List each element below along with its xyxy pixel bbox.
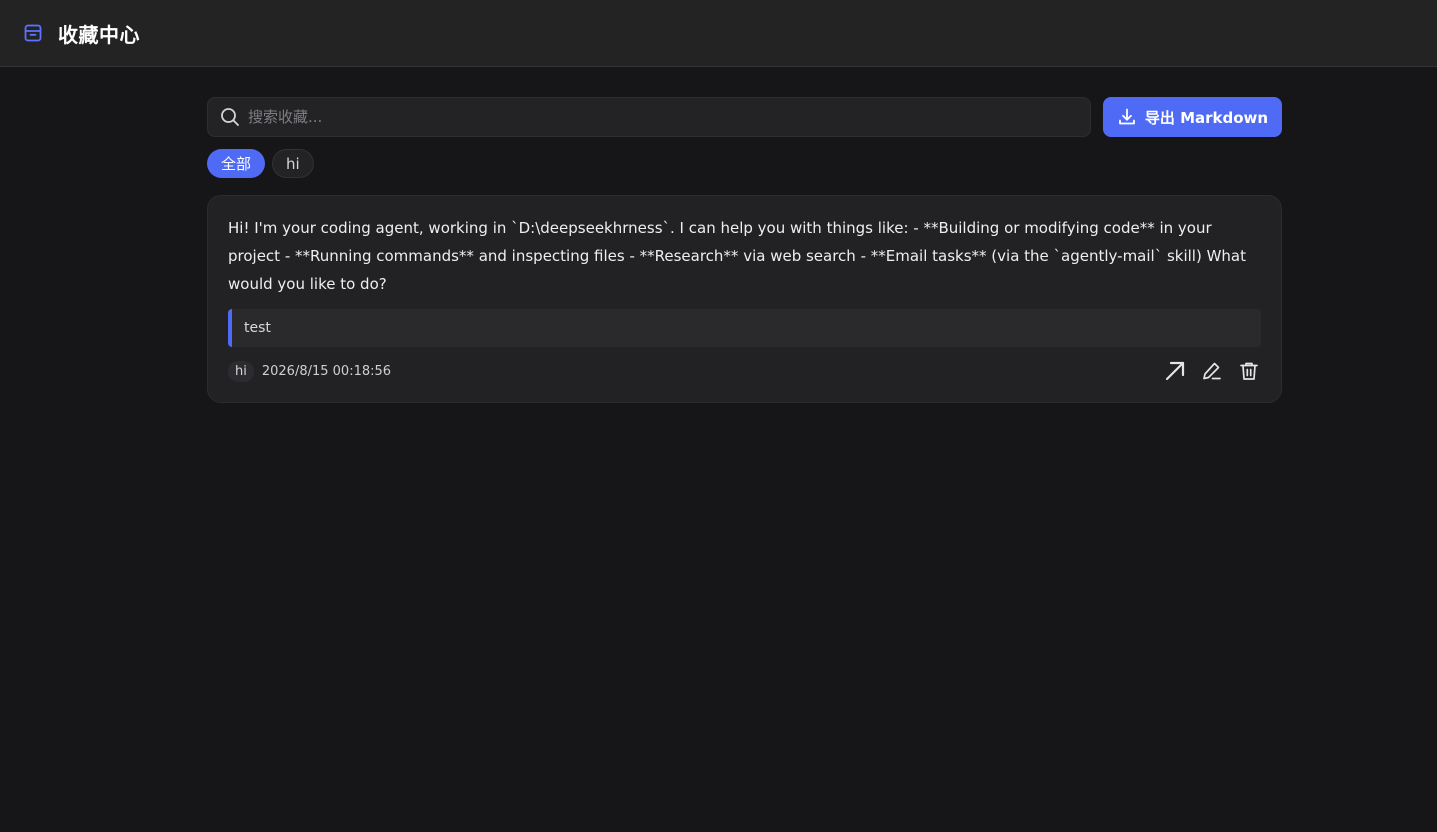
favorite-timestamp: 2026/8/15 00:18:56 — [261, 363, 392, 379]
tag-filter-all[interactable]: 全部 — [207, 149, 266, 178]
favorite-note: test — [228, 309, 1261, 347]
search-icon — [220, 107, 240, 127]
tag-filter-hi[interactable]: hi — [272, 149, 314, 178]
tag-filter-label: 全部 — [221, 155, 252, 173]
favorite-card: Hi! I'm your coding agent, working in `D… — [207, 195, 1282, 403]
favorite-meta: hi 2026/8/15 00:18:56 — [228, 360, 1261, 382]
search-row: 导出 Markdown — [207, 97, 1282, 137]
tag-filter-bar: 全部 hi — [207, 149, 1282, 178]
page-title: 收藏中心 — [58, 22, 140, 47]
download-icon — [1117, 107, 1137, 127]
main-content: 导出 Markdown 全部 hi Hi! I'm your coding ag… — [207, 97, 1282, 403]
search-input[interactable] — [248, 98, 1090, 136]
top-bar: 收藏中心 — [0, 0, 1437, 67]
favorite-note-text: test — [244, 320, 271, 336]
export-button-label: 导出 Markdown — [1144, 108, 1269, 127]
tag-filter-label: hi — [286, 154, 300, 173]
favorite-content: Hi! I'm your coding agent, working in `D… — [228, 219, 1247, 293]
export-markdown-button[interactable]: 导出 Markdown — [1103, 97, 1282, 137]
search-box[interactable] — [207, 97, 1091, 137]
archive-box-icon — [23, 23, 43, 43]
edit-icon[interactable] — [1200, 359, 1224, 383]
favorite-actions — [1150, 359, 1261, 383]
open-icon[interactable] — [1163, 359, 1187, 383]
delete-icon[interactable] — [1237, 359, 1261, 383]
favorite-tag-badge: hi — [228, 360, 254, 382]
